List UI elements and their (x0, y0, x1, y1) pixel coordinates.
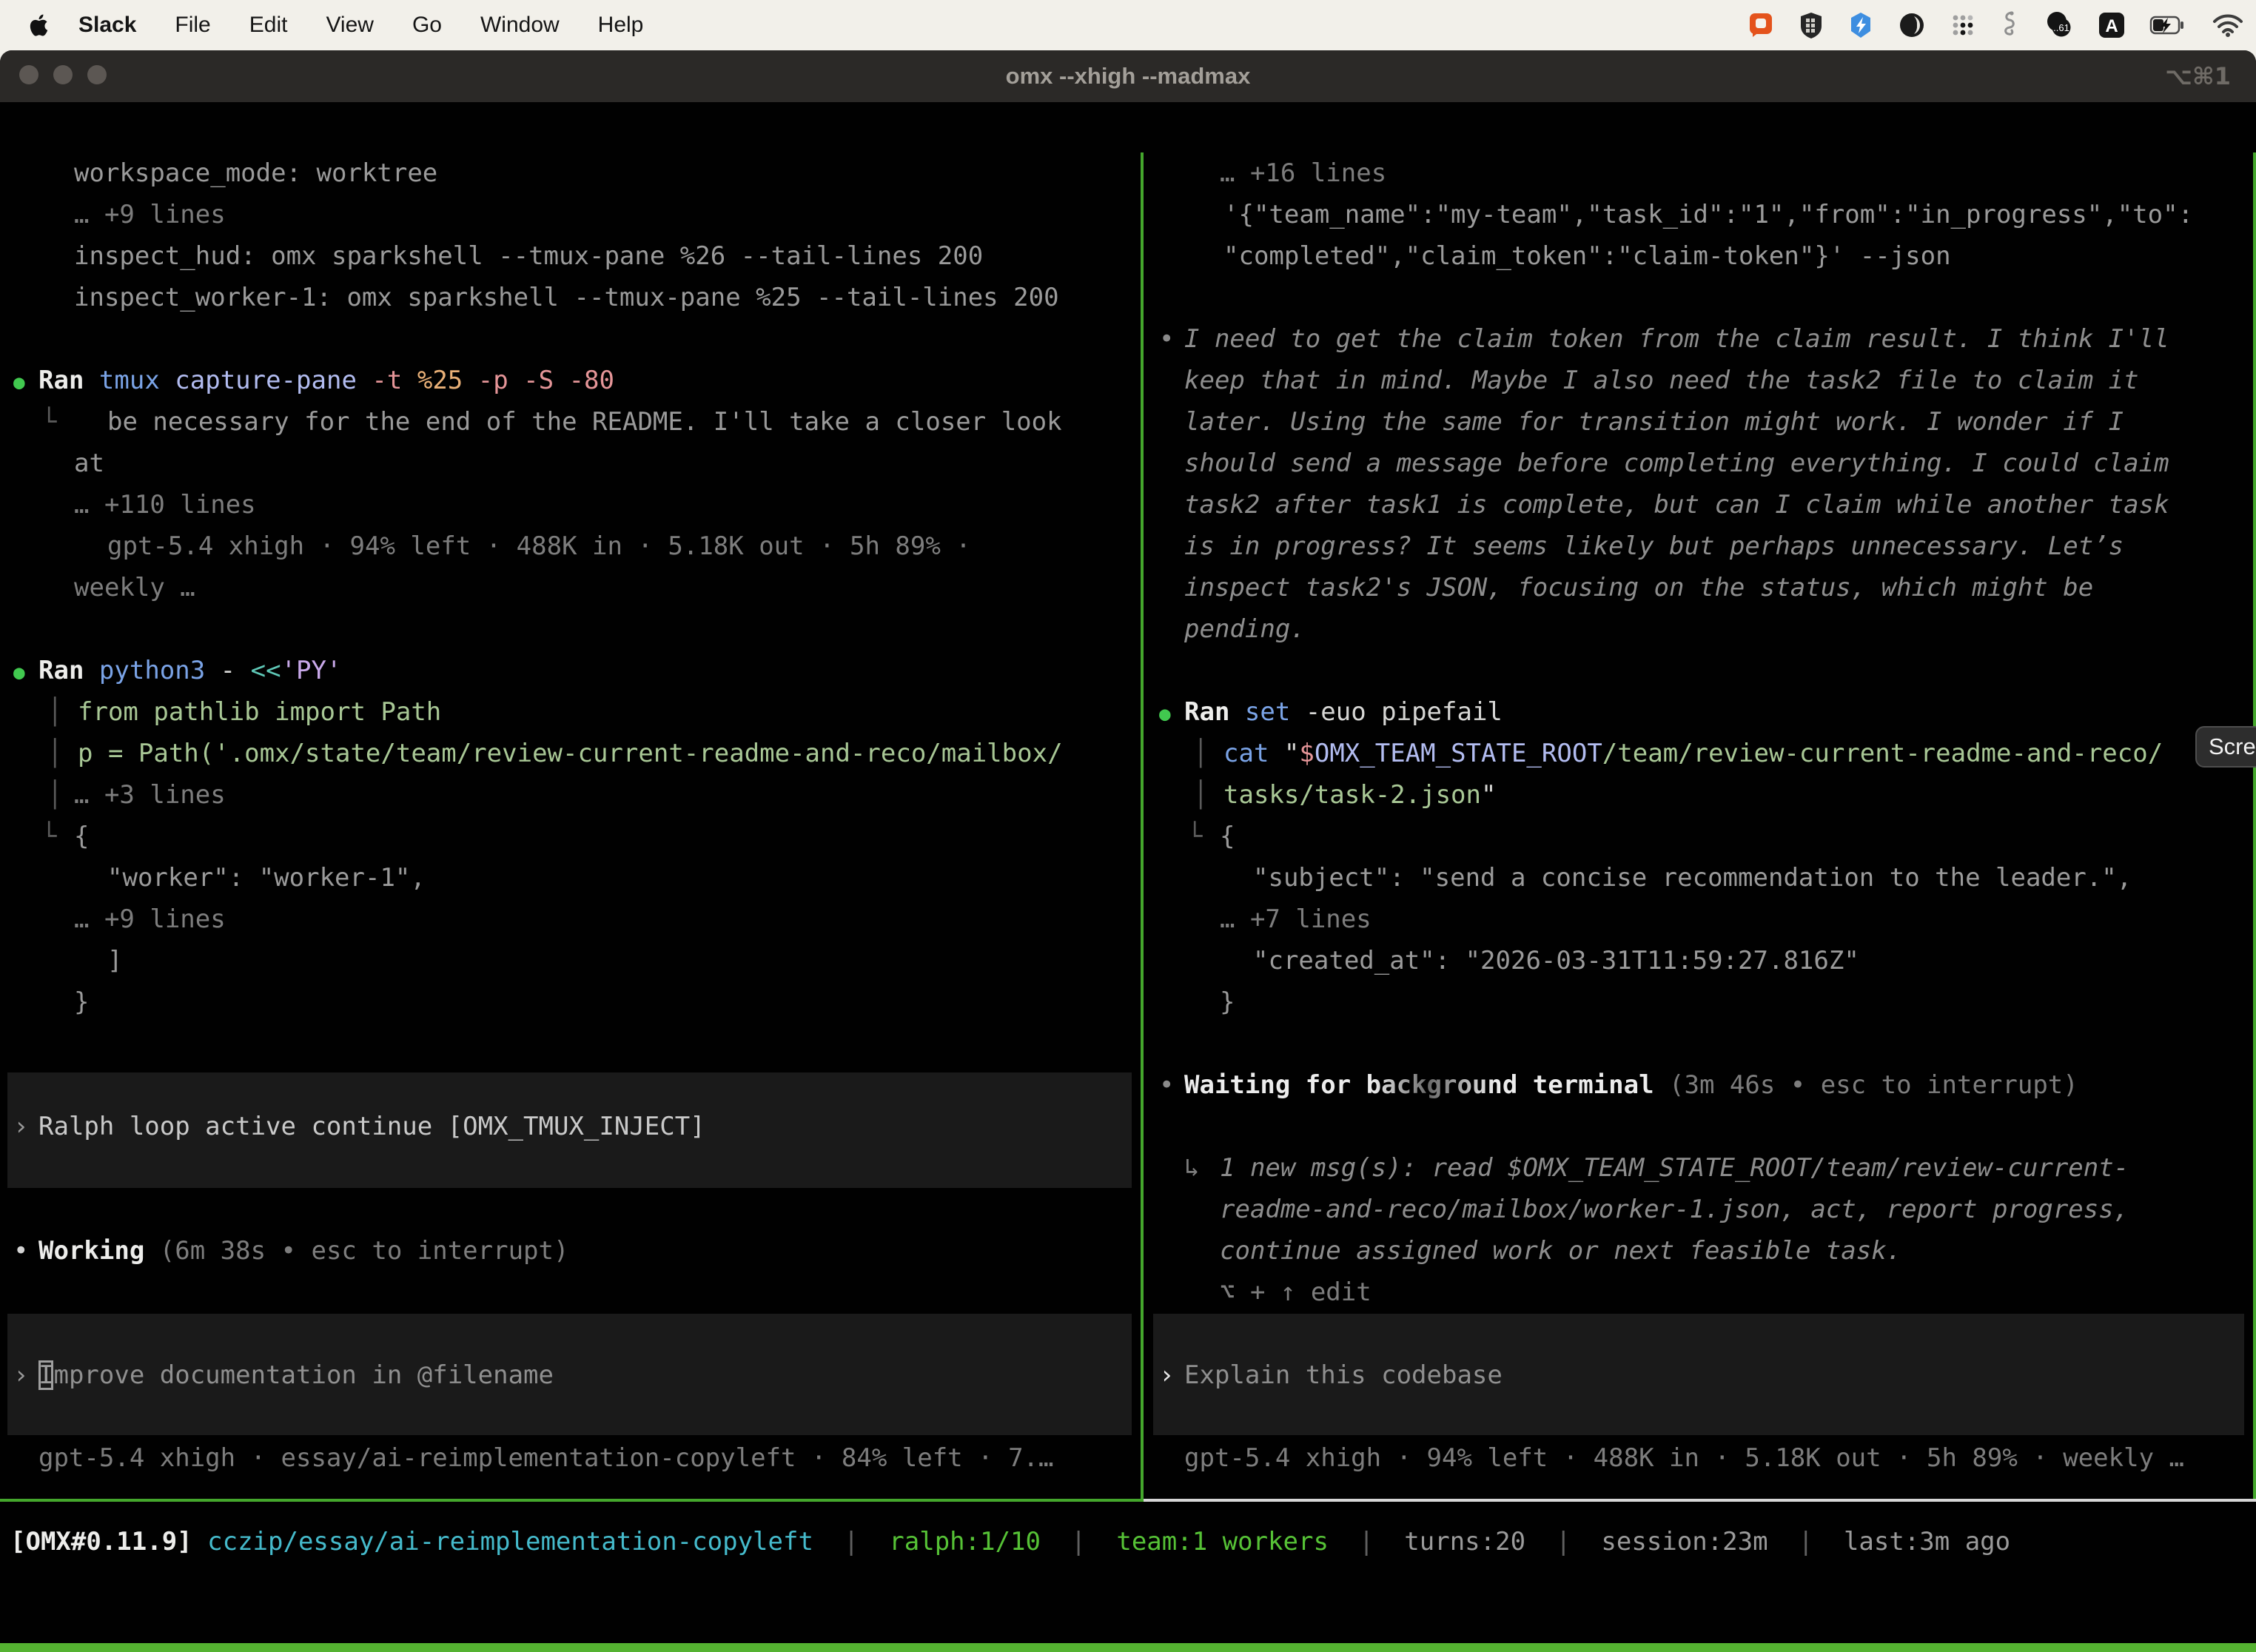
terminal-line: │from pathlib import Path (0, 691, 1141, 733)
omx-status-line: [OMX#0.11.9] cczip/essay/ai-reimplementa… (10, 1521, 2010, 1562)
battery-badge-icon[interactable]: ..61 (2043, 10, 2074, 40)
terminal-line: gpt-5.4 xhigh · 94% left · 488K in · 5.1… (1146, 1437, 2253, 1479)
terminal-line: "completed","claim_token":"claim-token"}… (1146, 235, 2253, 277)
terminal-line: keep that in mind. Maybe I also need the… (1146, 360, 2253, 401)
terminal-line: │tasks/task-2.json" (1146, 774, 2253, 816)
wifi-icon[interactable] (2212, 12, 2244, 38)
terminal-line: │… +3 lines (0, 774, 1141, 816)
terminal-line: •I need to get the claim token from the … (1146, 318, 2253, 360)
pane-bottom-border-active (0, 1499, 1144, 1502)
terminal-line: should send a message before completing … (1146, 443, 2253, 484)
terminal-line: … +9 lines (0, 194, 1141, 235)
menu-items: Slack File Edit View Go Window Help (49, 13, 643, 38)
terminal-line: task2 after task1 is complete, but can I… (1146, 484, 2253, 526)
terminal-line: workspace_mode: worktree (0, 152, 1141, 194)
terminal-line: ↳1 new msg(s): read $OMX_TEAM_STATE_ROOT… (1146, 1147, 2253, 1189)
terminal-line: … +7 lines (1146, 899, 2253, 940)
terminal-line: inspect_hud: omx sparkshell --tmux-pane … (0, 235, 1141, 277)
squiggle-icon[interactable] (2000, 10, 2019, 40)
menu-item-help[interactable]: Help (598, 13, 644, 38)
terminal-line: at (0, 443, 1141, 484)
battery-charging-icon[interactable] (2149, 11, 2188, 39)
terminal-line: later. Using the same for transition mig… (1146, 401, 2253, 443)
terminal-line: gpt-5.4 xhigh · essay/ai-reimplementatio… (0, 1437, 1141, 1479)
terminal-line: ●Ran tmux capture-pane -t %25 -p -S -80 (0, 360, 1141, 401)
terminal-line: ●Ran python3 - <<'PY' (0, 650, 1141, 691)
svg-text:..61: ..61 (2053, 22, 2069, 33)
terminal-line: "subject": "send a concise recommendatio… (1146, 857, 2253, 899)
pane-divider[interactable] (1141, 152, 1144, 1499)
terminal-line: readme-and-reco/mailbox/worker-1.json, a… (1146, 1189, 2253, 1230)
terminal-line: │p = Path('.omx/state/team/review-curren… (0, 733, 1141, 774)
window-titlebar[interactable]: omx --xhigh --madmax ⌥⌘1 (0, 50, 2256, 102)
terminal-line: weekly … (0, 567, 1141, 608)
input-source-icon[interactable]: A (2098, 11, 2126, 39)
terminal-line: ●Ran set -euo pipefail (1146, 691, 2253, 733)
moon-icon[interactable] (1898, 11, 1926, 39)
terminal-line: } (0, 981, 1141, 1023)
terminal-content[interactable]: workspace_mode: worktree… +9 linesinspec… (0, 102, 2256, 1652)
terminal-line: continue assigned work or next feasible … (1146, 1230, 2253, 1272)
speed-bolt-icon[interactable] (1847, 11, 1874, 39)
menu-item-window[interactable]: Window (480, 13, 560, 38)
svg-text:A: A (2105, 16, 2118, 36)
terminal-line: ›Improve documentation in @filename (0, 1354, 1141, 1396)
tmux-session-label: [omx-cczip0:bash* (9, 1643, 266, 1652)
terminal-line: … +9 lines (0, 899, 1141, 940)
terminal-line: … +16 lines (1146, 152, 2253, 194)
terminal-line: "created_at": "2026-03-31T11:59:27.816Z" (1146, 940, 2253, 981)
menu-item-file[interactable]: File (175, 13, 210, 38)
terminal-line: gpt-5.4 xhigh · 94% left · 488K in · 5.1… (0, 526, 1141, 567)
terminal-line: … +110 lines (0, 484, 1141, 526)
tmux-status-bar: [omx-cczip0:bash* "MacBook-Pro-44.local"… (0, 1643, 2256, 1652)
terminal-line: └be necessary for the end of the README.… (0, 401, 1141, 443)
window-shortcut: ⌥⌘1 (2165, 50, 2231, 102)
terminal-line: └{ (0, 816, 1141, 857)
terminal-line: is in progress? It seems likely but perh… (1146, 526, 2253, 567)
terminal-line: ›Ralph loop active continue [OMX_TMUX_IN… (0, 1106, 1141, 1147)
terminal-line: ›Explain this codebase (1146, 1354, 2253, 1396)
menu-item-edit[interactable]: Edit (249, 13, 288, 38)
tmux-pane-right[interactable]: … +16 lines'{"team_name":"my-team","task… (1146, 152, 2253, 1499)
terminal-window: omx --xhigh --madmax ⌥⌘1 workspace_mode:… (0, 50, 2256, 1652)
menu-status-icons: ..61 A (1747, 10, 2244, 40)
tmux-pane-left[interactable]: workspace_mode: worktree… +9 linesinspec… (0, 152, 1141, 1499)
chat-app-icon[interactable] (1747, 11, 1775, 39)
tmux-host-clock: "MacBook-Pro-44.local" 05:03 31-Mar-26 (1673, 1643, 2249, 1652)
apple-menu-icon[interactable] (27, 12, 49, 38)
terminal-line: │cat "$OMX_TEAM_STATE_ROOT/team/review-c… (1146, 733, 2253, 774)
pane-right-edge-border (2253, 152, 2256, 1499)
menu-bar: Slack File Edit View Go Window Help (0, 0, 2256, 50)
terminal-line: inspect task2's JSON, focusing on the st… (1146, 567, 2253, 608)
pane-bottom-border-inactive (1144, 1499, 2256, 1502)
terminal-line: pending. (1146, 608, 2253, 650)
terminal-cursor: I (38, 1360, 53, 1390)
menu-item-go[interactable]: Go (412, 13, 442, 38)
terminal-line: inspect_worker-1: omx sparkshell --tmux-… (0, 277, 1141, 318)
terminal-line: } (1146, 981, 2253, 1023)
window-title: omx --xhigh --madmax (0, 50, 2256, 102)
terminal-line: •Working (6m 38s • esc to interrupt) (0, 1230, 1141, 1272)
screen-share-chip[interactable]: Scre (2195, 726, 2256, 768)
terminal-line: "worker": "worker-1", (0, 857, 1141, 899)
terminal-line: └{ (1146, 816, 2253, 857)
terminal-line: ⌥ + ↑ edit (1146, 1272, 2253, 1313)
dots-grid-icon[interactable] (1950, 12, 1976, 38)
shield-icon[interactable] (1799, 11, 1824, 39)
terminal-line: '{"team_name":"my-team","task_id":"1","f… (1146, 194, 2253, 235)
menu-app-name[interactable]: Slack (78, 13, 136, 38)
terminal-line: •Waiting for background terminal (3m 46s… (1146, 1064, 2253, 1106)
menu-item-view[interactable]: View (326, 13, 373, 38)
terminal-line: ] (0, 940, 1141, 981)
